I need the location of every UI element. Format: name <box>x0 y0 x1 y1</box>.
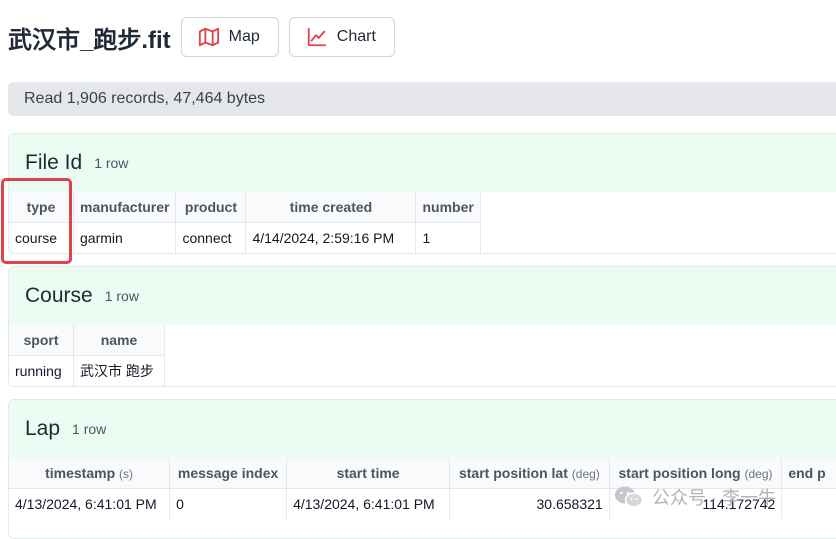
column-header-start-time[interactable]: start time <box>286 458 451 489</box>
table-row: course garmin connect 4/14/2024, 2:59:16… <box>9 222 481 253</box>
table-row: running 武汉市 跑步 <box>9 355 165 386</box>
cell-message-index: 0 <box>169 488 288 519</box>
column-label: start position long <box>618 465 741 481</box>
column-header-name[interactable]: name <box>73 325 165 356</box>
column-label: end p <box>788 465 826 481</box>
cell-timestamp: 4/13/2024, 6:41:01 PM <box>9 488 171 519</box>
map-button[interactable]: Map <box>180 17 279 57</box>
page-header: 武汉市_跑步.fit Map Chart <box>8 14 405 60</box>
column-label: start time <box>336 465 400 481</box>
column-header-end-position[interactable]: end p <box>781 458 836 489</box>
column-header-message-index[interactable]: message index <box>169 458 288 489</box>
line-chart-icon <box>307 27 326 47</box>
column-header-time-created[interactable]: time created <box>245 192 417 223</box>
highlight-box <box>1 178 72 264</box>
column-header-product[interactable]: product <box>175 192 247 223</box>
file-title: 武汉市_跑步.fit <box>8 26 171 54</box>
column-unit: (deg) <box>744 467 773 481</box>
course-header: Course 1 row <box>9 267 836 325</box>
lap-header: Lap 1 row <box>9 400 836 458</box>
cell-product: connect <box>175 222 247 253</box>
column-header-sport[interactable]: sport <box>9 325 74 356</box>
lap-title: Lap <box>25 417 61 440</box>
lap-row-count: 1 row <box>72 421 107 437</box>
cell-start-position-lat: 30.658321 <box>449 488 610 519</box>
status-bar: Read 1,906 records, 47,464 bytes <box>8 82 836 116</box>
cell-start-time: 4/13/2024, 6:41:01 PM <box>286 488 451 519</box>
file-id-section: File Id 1 row type manufacturer product … <box>8 133 836 254</box>
column-label: timestamp <box>45 465 116 481</box>
cell-end-position <box>781 488 836 519</box>
cell-time-created: 4/14/2024, 2:59:16 PM <box>245 222 417 253</box>
column-header-manufacturer[interactable]: manufacturer <box>73 192 177 223</box>
column-header-start-position-lat[interactable]: start position lat (deg) <box>449 458 610 489</box>
wechat-icon <box>615 486 644 508</box>
column-label: message index <box>177 465 279 481</box>
watermark: 公众号 · 李一牛 <box>614 484 776 510</box>
cell-number: 1 <box>415 222 481 253</box>
file-id-table: type manufacturer product time created n… <box>9 192 481 253</box>
map-icon <box>198 27 219 47</box>
file-id-header: File Id 1 row <box>9 134 836 192</box>
cell-manufacturer: garmin <box>73 222 177 253</box>
chart-button[interactable]: Chart <box>288 17 395 57</box>
cell-name: 武汉市 跑步 <box>73 355 165 386</box>
column-header-timestamp[interactable]: timestamp (s) <box>9 458 171 489</box>
course-table: sport name running 武汉市 跑步 <box>9 325 165 386</box>
column-header-number[interactable]: number <box>415 192 481 223</box>
chart-button-label: Chart <box>336 28 376 45</box>
cell-sport: running <box>9 355 74 386</box>
course-title: Course <box>25 284 93 307</box>
status-text: Read 1,906 records, 47,464 bytes <box>24 90 266 107</box>
course-row-count: 1 row <box>104 288 139 304</box>
column-label: start position lat <box>458 465 568 481</box>
column-unit: (s) <box>119 467 134 481</box>
course-section: Course 1 row sport name running 武汉市 跑步 <box>8 266 836 387</box>
file-id-title: File Id <box>25 151 83 174</box>
lap-section: Lap 1 row timestamp (s) message index st… <box>8 399 836 539</box>
file-id-row-count: 1 row <box>94 155 129 171</box>
map-button-label: Map <box>228 28 260 45</box>
watermark-text: 公众号 · 李一牛 <box>652 488 776 508</box>
column-unit: (deg) <box>571 467 600 481</box>
